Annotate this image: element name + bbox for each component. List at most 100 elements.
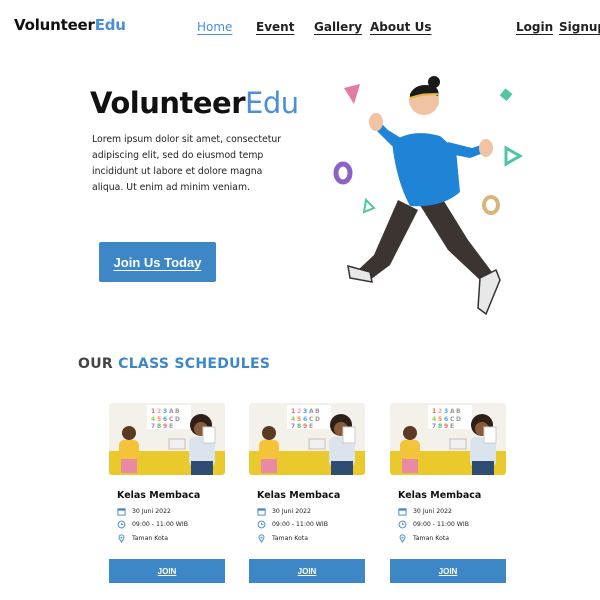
calendar-icon bbox=[257, 508, 266, 516]
class-location: Taman Kota bbox=[132, 535, 169, 542]
class-location: Taman Kota bbox=[272, 535, 309, 542]
class-time-row: 09:00 - 11:00 WIB bbox=[398, 520, 469, 529]
svg-text:8: 8 bbox=[297, 423, 301, 430]
class-time-row: 09:00 - 11:00 WIB bbox=[117, 520, 188, 529]
svg-text:C: C bbox=[309, 416, 314, 423]
left-hand bbox=[369, 113, 383, 131]
class-time: 09:00 - 11:00 WIB bbox=[132, 521, 188, 528]
svg-text:4: 4 bbox=[291, 416, 295, 423]
class-date-row: 30 Juni 2022 bbox=[398, 507, 452, 516]
top-navigation-bar: VolunteerEdu Home Event Gallery About Us… bbox=[0, 0, 600, 56]
class-schedules-heading: OUR CLASS SCHEDULES bbox=[78, 356, 270, 372]
green-triangle-outline bbox=[504, 145, 524, 167]
hero-illustration-running-person bbox=[333, 76, 524, 316]
join-us-today-button[interactable]: Join Us Today bbox=[99, 242, 216, 282]
location-pin-icon bbox=[258, 534, 265, 543]
svg-text:5: 5 bbox=[297, 416, 301, 423]
svg-text:2: 2 bbox=[297, 408, 301, 415]
login-link[interactable]: Login bbox=[516, 20, 553, 34]
class-time: 09:00 - 11:00 WIB bbox=[413, 521, 469, 528]
brand-name-part2: Edu bbox=[94, 16, 126, 34]
class-name: Kelas Membaca bbox=[398, 490, 482, 501]
svg-text:7: 7 bbox=[291, 423, 295, 430]
svg-text:3: 3 bbox=[163, 408, 167, 415]
schedule-card-2: 123AB 456CD 789E Kelas Membaca 30 Juni 2… bbox=[249, 403, 365, 583]
class-location: Taman Kota bbox=[413, 535, 450, 542]
hero-title-part2: Edu bbox=[245, 86, 299, 120]
small-green-triangle bbox=[362, 197, 376, 214]
class-date-row: 30 Juni 2022 bbox=[117, 507, 171, 516]
class-name: Kelas Membaca bbox=[257, 490, 341, 501]
svg-text:5: 5 bbox=[438, 416, 442, 423]
clock-icon bbox=[398, 520, 407, 529]
schedule-card-3: 123AB 456CD 789E Kelas Membaca 30 Juni 2… bbox=[390, 403, 506, 583]
svg-text:3: 3 bbox=[303, 408, 307, 415]
svg-text:6: 6 bbox=[163, 416, 167, 423]
svg-text:8: 8 bbox=[438, 423, 442, 430]
svg-text:5: 5 bbox=[157, 416, 161, 423]
signup-link[interactable]: Signup bbox=[559, 20, 600, 34]
svg-text:9: 9 bbox=[303, 423, 307, 430]
class-date-row: 30 Juni 2022 bbox=[257, 507, 311, 516]
location-pin-icon bbox=[399, 534, 406, 543]
svg-text:A: A bbox=[309, 408, 314, 415]
class-photo: 123AB 456CD 789E bbox=[249, 403, 365, 475]
svg-text:7: 7 bbox=[151, 423, 155, 430]
pink-triangle-shape bbox=[344, 84, 360, 104]
svg-text:B: B bbox=[315, 408, 320, 415]
purple-ring-shape bbox=[333, 161, 353, 185]
svg-text:4: 4 bbox=[432, 416, 436, 423]
schedule-card-1: 123AB 456CD 789E Kelas Membaca 30 Juni 2… bbox=[109, 403, 225, 583]
svg-text:E: E bbox=[309, 423, 313, 430]
brand-logo[interactable]: VolunteerEdu bbox=[14, 16, 126, 34]
class-time-row: 09:00 - 11:00 WIB bbox=[257, 520, 328, 529]
class-location-row: Taman Kota bbox=[117, 534, 168, 543]
join-class-button[interactable]: JOIN bbox=[249, 559, 365, 583]
nav-item-home[interactable]: Home bbox=[197, 20, 232, 34]
svg-text:6: 6 bbox=[303, 416, 307, 423]
svg-text:2: 2 bbox=[157, 408, 161, 415]
svg-text:E: E bbox=[450, 423, 454, 430]
svg-text:D: D bbox=[175, 416, 180, 423]
svg-text:1: 1 bbox=[291, 408, 295, 415]
class-date: 30 Juni 2022 bbox=[132, 508, 171, 515]
class-location-row: Taman Kota bbox=[257, 534, 308, 543]
hair-bun bbox=[428, 76, 440, 88]
svg-text:B: B bbox=[175, 408, 180, 415]
svg-text:E: E bbox=[169, 423, 173, 430]
class-photo: 123AB 456CD 789E bbox=[390, 403, 506, 475]
right-leg bbox=[418, 198, 492, 280]
svg-text:C: C bbox=[450, 416, 455, 423]
svg-text:2: 2 bbox=[438, 408, 442, 415]
location-pin-icon bbox=[118, 534, 125, 543]
hero-title: VolunteerEdu bbox=[90, 86, 299, 120]
svg-text:1: 1 bbox=[432, 408, 436, 415]
svg-text:7: 7 bbox=[432, 423, 436, 430]
section-title-part2: CLASS SCHEDULES bbox=[118, 356, 271, 372]
nav-item-event[interactable]: Event bbox=[256, 20, 294, 34]
join-class-button[interactable]: JOIN bbox=[390, 559, 506, 583]
svg-text:4: 4 bbox=[151, 416, 155, 423]
right-shoe bbox=[477, 268, 501, 316]
svg-text:C: C bbox=[169, 416, 174, 423]
svg-text:9: 9 bbox=[444, 423, 448, 430]
clock-icon bbox=[257, 520, 266, 529]
calendar-icon bbox=[398, 508, 407, 516]
join-class-button[interactable]: JOIN bbox=[109, 559, 225, 583]
left-leg bbox=[358, 200, 418, 280]
svg-text:9: 9 bbox=[163, 423, 167, 430]
class-date: 30 Juni 2022 bbox=[272, 508, 311, 515]
hero-description: Lorem ipsum dolor sit amet, consectetur … bbox=[92, 134, 282, 193]
svg-text:3: 3 bbox=[444, 408, 448, 415]
class-location-row: Taman Kota bbox=[398, 534, 449, 543]
class-photo: 123AB 456CD 789E bbox=[109, 403, 225, 475]
svg-text:6: 6 bbox=[444, 416, 448, 423]
nav-item-gallery[interactable]: Gallery bbox=[314, 20, 362, 34]
green-diamond-shape bbox=[499, 88, 513, 102]
class-date: 30 Juni 2022 bbox=[413, 508, 452, 515]
gold-ring-shape bbox=[482, 195, 500, 215]
nav-item-about-us[interactable]: About Us bbox=[370, 20, 431, 34]
right-hand bbox=[479, 139, 493, 157]
svg-text:A: A bbox=[450, 408, 455, 415]
svg-text:1: 1 bbox=[151, 408, 155, 415]
